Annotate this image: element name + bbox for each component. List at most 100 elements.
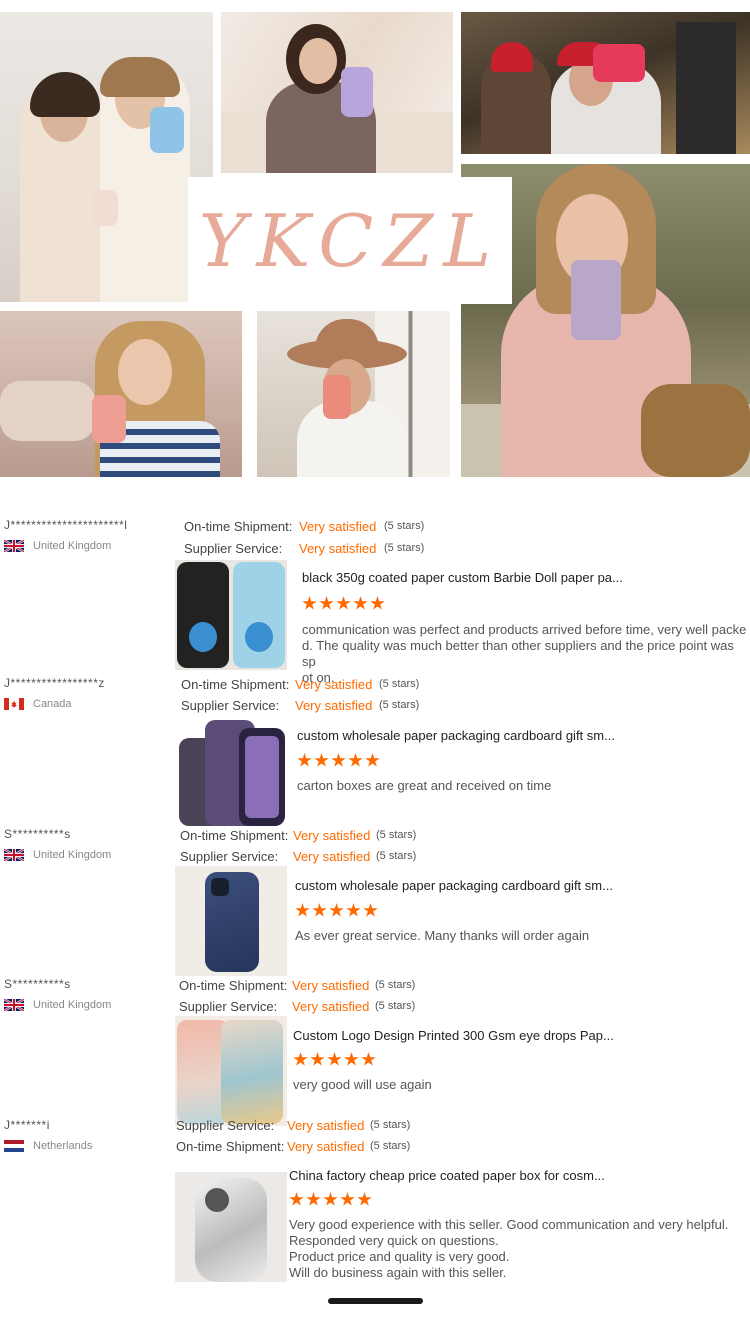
rating-value: Very satisfied [287, 1118, 365, 1133]
rating-service: Supplier Service: Very satisfied (5 star… [181, 698, 419, 713]
rating-count: (5 stars) [370, 1140, 411, 1152]
star-icon [323, 1192, 338, 1206]
brand-logo: YKCZL [198, 198, 502, 283]
rating-ontime: On-time Shipment: Very satisfied (5 star… [179, 978, 415, 993]
rating-service: Supplier Service: Very satisfied (5 star… [176, 1118, 410, 1133]
star-icon [336, 596, 351, 610]
review-item: S**********s United Kingdom On-time Ship… [0, 827, 750, 977]
product-title[interactable]: custom wholesale paper packaging cardboa… [295, 878, 613, 893]
star-icon [344, 1052, 359, 1066]
lifestyle-collage: YKCZL [0, 0, 750, 478]
buyer-name: J*******i [4, 1118, 50, 1132]
rating-count: (5 stars) [379, 678, 420, 690]
buyer-country: United Kingdom [4, 849, 111, 861]
rating-count: (5 stars) [376, 829, 417, 841]
product-image[interactable] [175, 718, 287, 828]
product-title[interactable]: Custom Logo Design Printed 300 Gsm eye d… [293, 1028, 614, 1043]
home-indicator[interactable] [328, 1298, 423, 1304]
rating-service: Supplier Service: Very satisfied (5 star… [180, 849, 416, 864]
canada-flag-icon [4, 698, 24, 710]
rating-value: Very satisfied [293, 828, 371, 843]
review-comment: very good will use again [293, 1077, 432, 1093]
rating-count: (5 stars) [384, 520, 425, 532]
rating-ontime: On-time Shipment: Very satisfied (5 star… [184, 519, 424, 534]
star-icon [293, 1052, 308, 1066]
star-icon [295, 903, 310, 917]
star-icon [363, 903, 378, 917]
star-icon [302, 596, 317, 610]
rating-label: Supplier Service: [181, 698, 280, 713]
product-image[interactable] [175, 1172, 287, 1282]
rating-value: Very satisfied [295, 677, 373, 692]
star-icon [331, 753, 346, 767]
country-name: Canada [33, 698, 72, 710]
comment-line: Very good experience with this seller. G… [289, 1217, 729, 1232]
rating-value: Very satisfied [293, 849, 371, 864]
rating-count: (5 stars) [375, 979, 416, 991]
product-image[interactable] [175, 1016, 287, 1126]
star-icon [319, 596, 334, 610]
buyer-name: S**********s [4, 827, 71, 841]
star-icon [314, 753, 329, 767]
star-icon [348, 753, 363, 767]
comment-line: communication was perfect and products a… [302, 622, 747, 637]
product-image[interactable] [175, 866, 287, 976]
comment-line: Product price and quality is very good. [289, 1249, 510, 1264]
country-name: United Kingdom [33, 999, 112, 1011]
rating-ontime: On-time Shipment: Very satisfied (5 star… [176, 1139, 410, 1154]
star-icon [361, 1052, 376, 1066]
star-icon [297, 753, 312, 767]
brand-logo-card: YKCZL [188, 177, 512, 304]
star-rating [297, 753, 380, 768]
product-title[interactable]: black 350g coated paper custom Barbie Do… [302, 570, 623, 585]
product-title[interactable]: China factory cheap price coated paper b… [289, 1168, 605, 1183]
star-icon [312, 903, 327, 917]
netherlands-flag-icon [4, 1140, 24, 1152]
rating-count: (5 stars) [379, 699, 420, 711]
review-comment: As ever great service. Many thanks will … [295, 928, 589, 944]
rating-count: (5 stars) [375, 1000, 416, 1012]
rating-value: Very satisfied [287, 1139, 365, 1154]
photo-woman-laughing [0, 311, 242, 477]
star-icon [365, 753, 380, 767]
rating-value: Very satisfied [292, 999, 370, 1014]
rating-label: On-time Shipment: [176, 1139, 285, 1154]
rating-count: (5 stars) [384, 542, 425, 554]
buyer-country: Netherlands [4, 1140, 92, 1152]
rating-label: Supplier Service: [179, 999, 278, 1014]
star-rating [289, 1192, 372, 1207]
comment-line: very good will use again [293, 1077, 432, 1092]
comment-line: d. The quality was much better than othe… [302, 638, 734, 669]
photo-party-selfie [461, 12, 750, 154]
review-item: J**********************l United Kingdom … [0, 518, 750, 685]
star-icon [289, 1192, 304, 1206]
product-title[interactable]: custom wholesale paper packaging cardboa… [297, 728, 615, 743]
rating-count: (5 stars) [376, 850, 417, 862]
photo-woman-with-hat [257, 311, 450, 477]
comment-line: As ever great service. Many thanks will … [295, 928, 590, 943]
buyer-name: J*****************z [4, 676, 105, 690]
rating-label: Supplier Service: [180, 849, 279, 864]
review-comment: carton boxes are great and received on t… [297, 778, 551, 794]
country-name: Netherlands [33, 1140, 93, 1152]
review-item: S**********s United Kingdom On-time Ship… [0, 977, 750, 1126]
product-image[interactable] [175, 560, 287, 670]
rating-label: Supplier Service: [184, 541, 283, 556]
country-name: United Kingdom [33, 540, 112, 552]
star-icon [353, 596, 368, 610]
star-icon [357, 1192, 372, 1206]
star-icon [346, 903, 361, 917]
star-icon [340, 1192, 355, 1206]
star-icon [329, 903, 344, 917]
comment-line: carton boxes are great and received on t… [297, 778, 552, 793]
rating-label: Supplier Service: [176, 1118, 275, 1133]
rating-service: Supplier Service: Very satisfied (5 star… [184, 541, 424, 556]
uk-flag-icon [4, 849, 24, 861]
star-icon [310, 1052, 325, 1066]
star-rating [302, 596, 385, 611]
buyer-name: S**********s [4, 977, 71, 991]
star-icon [370, 596, 385, 610]
rating-label: On-time Shipment: [180, 828, 289, 843]
rating-label: On-time Shipment: [181, 677, 290, 692]
rating-value: Very satisfied [299, 541, 377, 556]
